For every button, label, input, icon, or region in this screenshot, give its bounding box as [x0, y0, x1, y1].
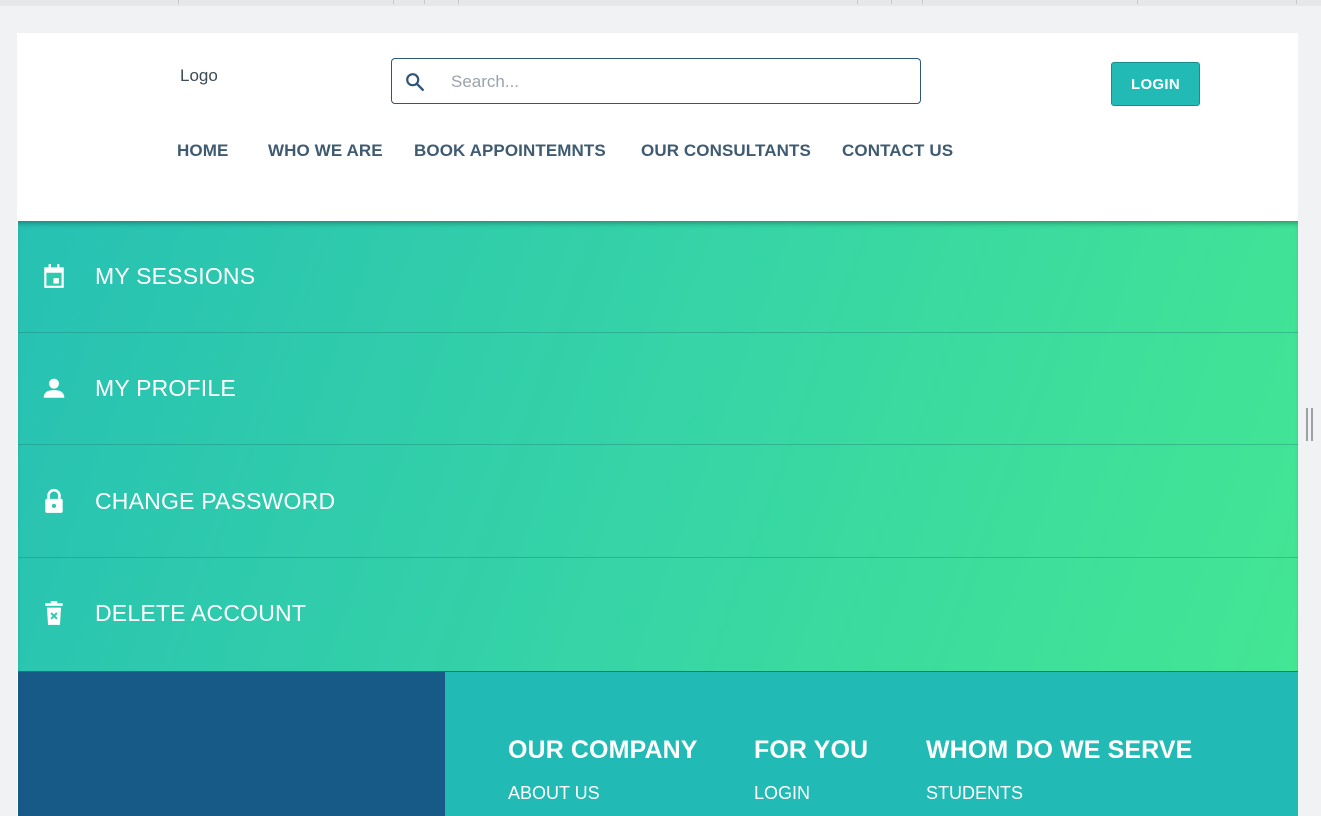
search-input[interactable]	[449, 69, 893, 95]
menu-item-delete-account[interactable]: DELETE ACCOUNT	[18, 558, 1298, 670]
search-icon[interactable]	[404, 71, 426, 93]
footer-links-panel: OUR COMPANY ABOUT US FOR YOU LOGIN WHOM …	[445, 672, 1298, 816]
menu-item-label: DELETE ACCOUNT	[95, 600, 307, 626]
account-menu: MY SESSIONS MY PROFILE CHANGE PASSWORD D…	[18, 221, 1298, 671]
login-button[interactable]: LOGIN	[1111, 62, 1200, 106]
footer-brand-panel	[18, 672, 445, 816]
footer-column-title: FOR YOU	[754, 736, 869, 764]
nav-home[interactable]: HOME	[177, 141, 228, 161]
nav-book-appointments[interactable]: BOOK APPOINTEMNTS	[414, 141, 606, 161]
site-footer: OUR COMPANY ABOUT US FOR YOU LOGIN WHOM …	[18, 671, 1298, 816]
logo[interactable]: Logo	[180, 66, 218, 86]
footer-column-title: WHOM DO WE SERVE	[926, 736, 1193, 764]
search-box[interactable]	[391, 58, 921, 104]
menu-item-my-profile[interactable]: MY PROFILE	[18, 333, 1298, 445]
page: Logo LOGIN HOME WHO WE ARE BOOK APPOINTE…	[17, 33, 1298, 816]
nav-contact-us[interactable]: CONTACT US	[842, 141, 953, 161]
menu-item-label: MY SESSIONS	[95, 263, 256, 289]
footer-column-for-you: FOR YOU LOGIN	[754, 736, 868, 804]
menu-item-label: CHANGE PASSWORD	[95, 488, 336, 514]
menu-item-my-sessions[interactable]: MY SESSIONS	[18, 221, 1298, 333]
nav-our-consultants[interactable]: OUR CONSULTANTS	[641, 141, 811, 161]
person-icon	[43, 378, 65, 398]
calendar-icon	[44, 264, 64, 288]
menu-item-change-password[interactable]: CHANGE PASSWORD	[18, 446, 1298, 558]
footer-link-about-us[interactable]: ABOUT US	[508, 783, 698, 804]
menu-item-label: MY PROFILE	[95, 375, 236, 401]
footer-column-our-company: OUR COMPANY ABOUT US	[508, 736, 698, 804]
footer-column-title: OUR COMPANY	[508, 736, 698, 764]
browser-top-strip	[0, 0, 1321, 6]
lock-icon	[45, 488, 63, 513]
site-header: Logo LOGIN HOME WHO WE ARE BOOK APPOINTE…	[17, 33, 1298, 221]
footer-link-students[interactable]: STUDENTS	[926, 783, 1192, 804]
delete-icon	[45, 601, 63, 625]
footer-column-whom-do-we-serve: WHOM DO WE SERVE STUDENTS	[926, 736, 1192, 804]
resize-handle[interactable]	[1306, 408, 1313, 441]
footer-link-login[interactable]: LOGIN	[754, 783, 868, 804]
nav-who-we-are[interactable]: WHO WE ARE	[268, 141, 383, 161]
